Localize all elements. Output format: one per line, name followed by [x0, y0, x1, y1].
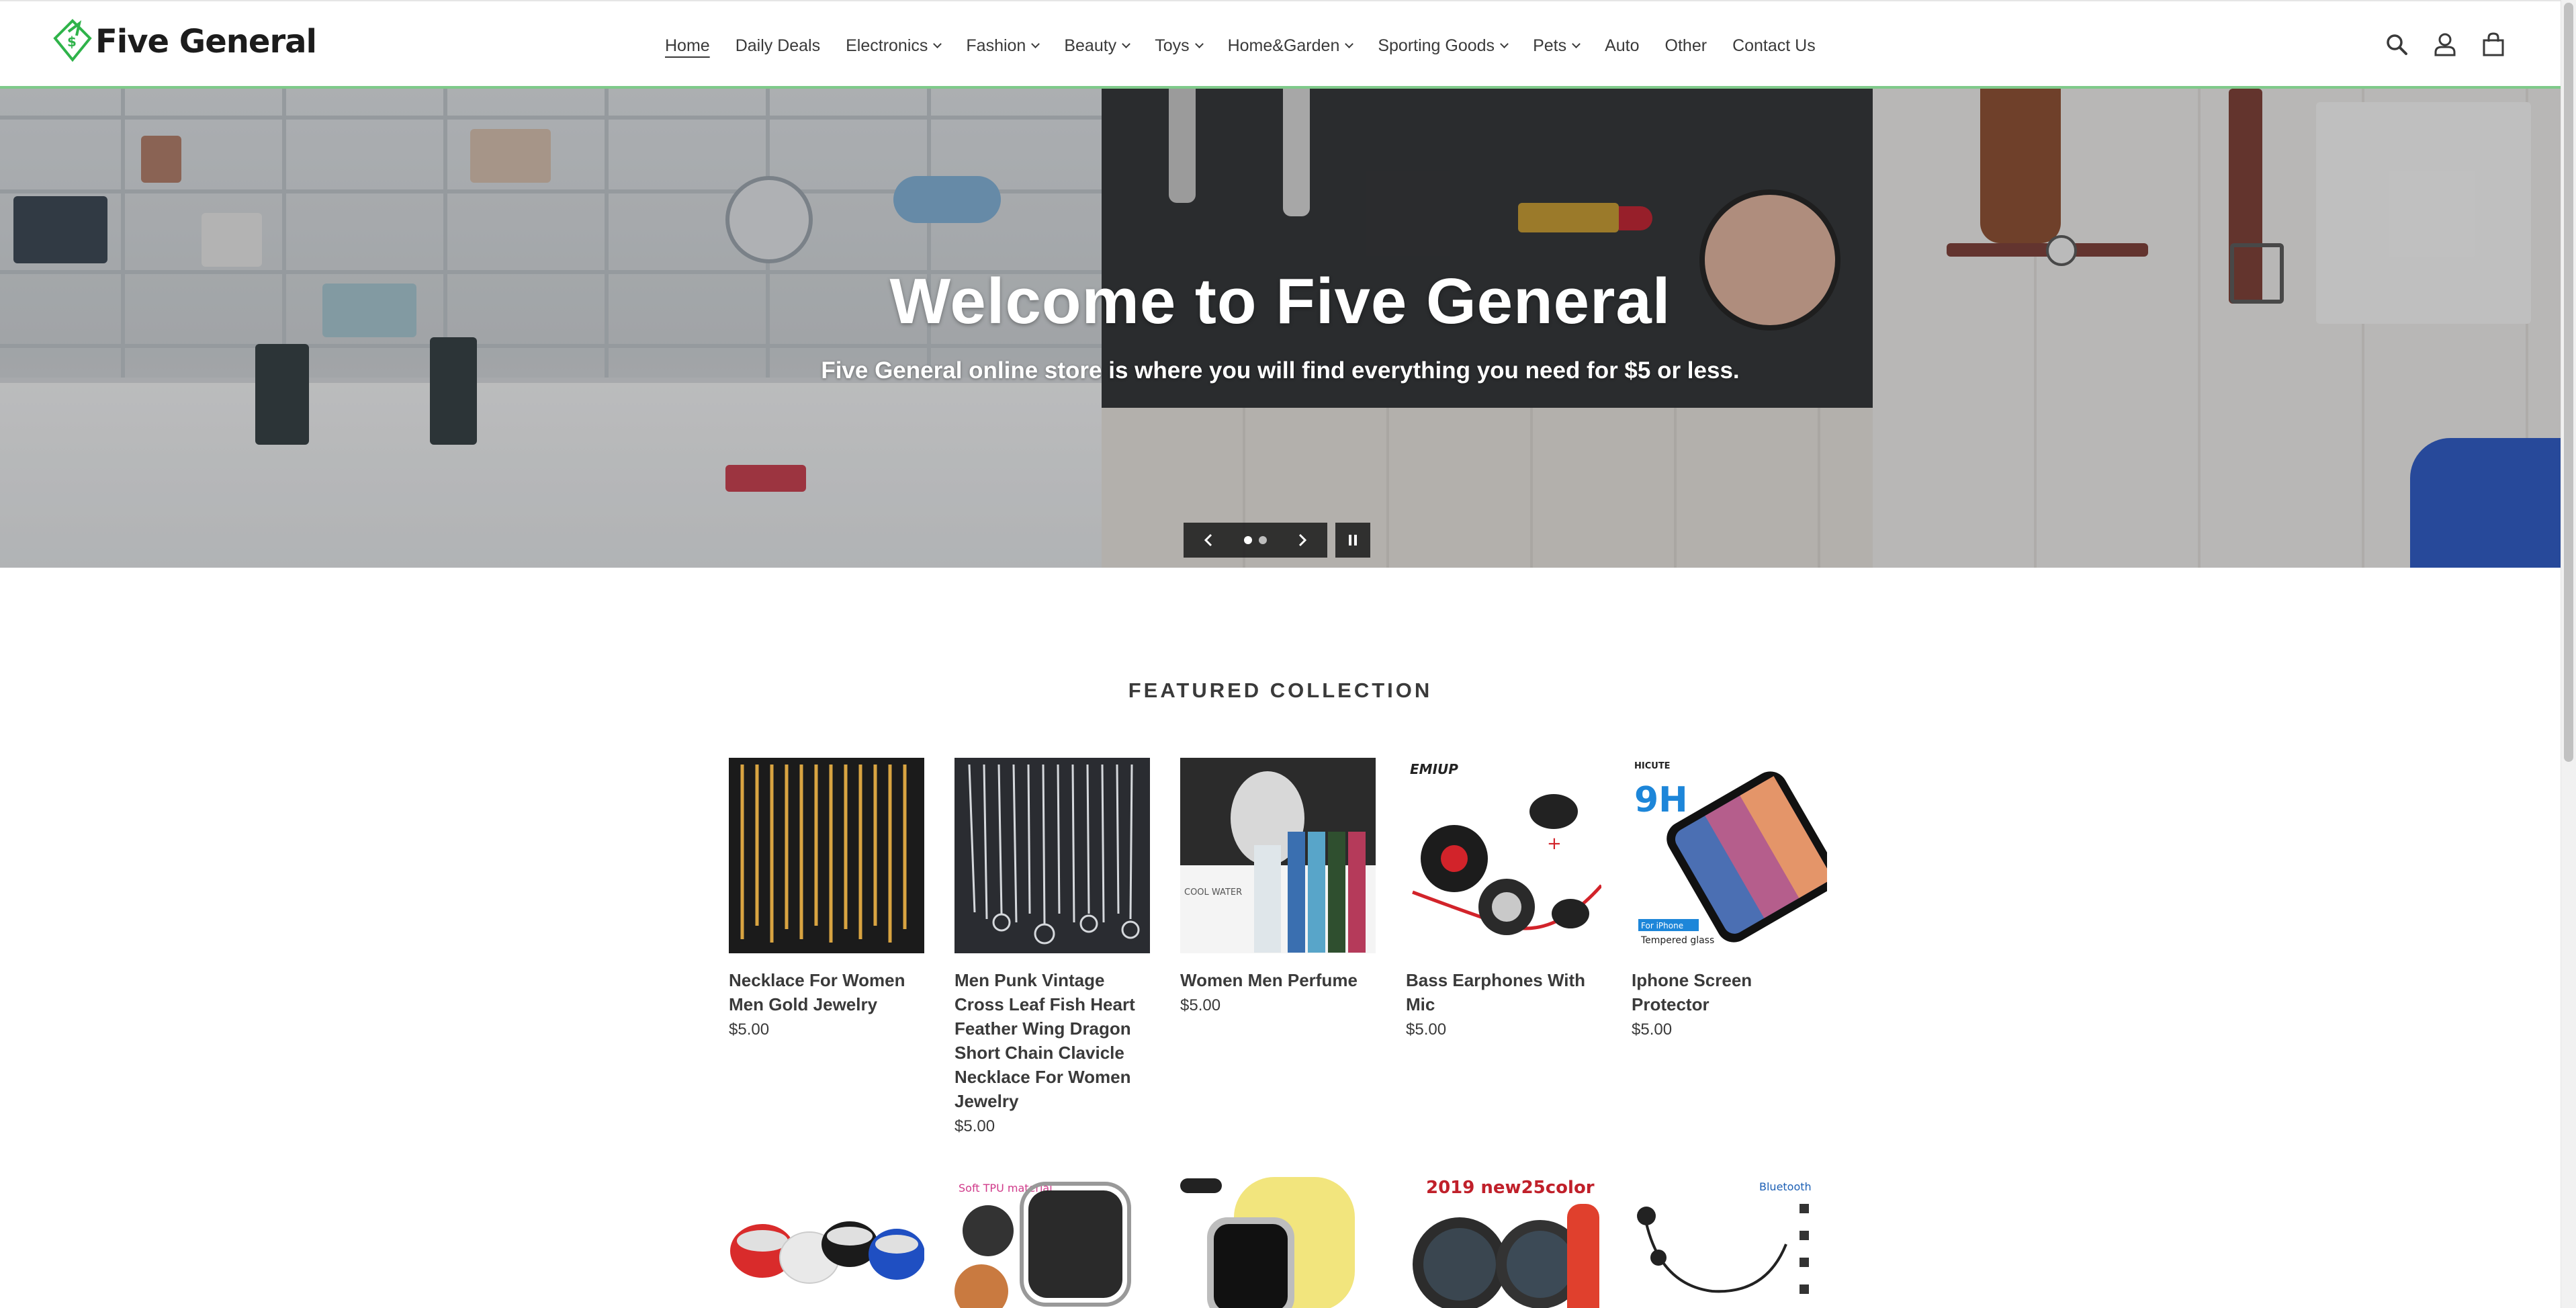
- product-title[interactable]: Women Men Perfume: [1180, 968, 1376, 992]
- svg-text:+: +: [1547, 834, 1562, 854]
- screen-tag-2: Tempered glass: [1640, 935, 1714, 946]
- nav-item-fashion[interactable]: Fashion: [966, 36, 1040, 56]
- product-card[interactable]: EMIUP + Bass Earphones With Mic $5.00: [1406, 758, 1601, 1042]
- product-title[interactable]: Men Punk Vintage Cross Leaf Fish Heart F…: [954, 968, 1150, 1113]
- perfume-label: COOL WATER: [1184, 887, 1242, 898]
- product-card[interactable]: Bluetooth: [1632, 1177, 1827, 1308]
- hero-slideshow: Welcome to Five General Five General onl…: [0, 89, 2561, 568]
- nav-item-home[interactable]: Home: [665, 36, 710, 56]
- product-image-smartwatch[interactable]: [1180, 1177, 1376, 1308]
- screen-badge: 9H: [1634, 780, 1688, 820]
- nav-item-label: Auto: [1605, 36, 1640, 55]
- product-image-bluetooth-earphones[interactable]: Bluetooth: [1632, 1177, 1827, 1308]
- product-card[interactable]: Necklace For Women Men Gold Jewelry $5.0…: [729, 758, 924, 1042]
- svg-text:$: $: [67, 34, 77, 50]
- hero-subtitle: Five General online store is where you w…: [821, 357, 1740, 384]
- nav-item-home-garden[interactable]: Home&Garden: [1227, 36, 1354, 56]
- next-slide-button[interactable]: [1295, 533, 1310, 548]
- site-logo[interactable]: $ Five General: [52, 16, 317, 67]
- chevron-down-icon: [1500, 39, 1509, 48]
- nav-item-label: Daily Deals: [735, 36, 821, 55]
- nav-item-beauty[interactable]: Beauty: [1064, 36, 1131, 56]
- nav-item-label: Pets: [1533, 36, 1567, 55]
- nav-item-pets[interactable]: Pets: [1533, 36, 1581, 56]
- search-icon[interactable]: [2381, 28, 2413, 60]
- header-actions: [2364, 28, 2510, 60]
- nav-item-other[interactable]: Other: [1665, 36, 1707, 56]
- product-price: $5.00: [1632, 1020, 1673, 1039]
- chevron-right-icon: [1298, 533, 1307, 547]
- product-image-perfume[interactable]: COOL WATER: [1180, 758, 1376, 953]
- product-image-screen-protector[interactable]: HICUTE 9H For iPhone Tempered glass: [1632, 758, 1827, 953]
- product-image-punk-necklace[interactable]: [954, 758, 1150, 953]
- product-card[interactable]: [729, 1177, 924, 1308]
- nav-item-label: Toys: [1155, 36, 1190, 55]
- prev-slide-button[interactable]: [1201, 533, 1216, 548]
- product-image-gold-necklace[interactable]: [729, 758, 924, 953]
- nav-item-label: Home: [665, 36, 710, 55]
- chevron-down-icon: [1122, 39, 1131, 48]
- slideshow-controls: [1184, 523, 1327, 558]
- nav-item-toys[interactable]: Toys: [1155, 36, 1204, 56]
- product-price: $5.00: [1406, 1020, 1447, 1039]
- product-title[interactable]: Bass Earphones With Mic: [1406, 968, 1601, 1016]
- account-icon[interactable]: [2429, 28, 2461, 60]
- product-image-earphones[interactable]: EMIUP +: [1406, 758, 1601, 953]
- site-header: $ Five General Home Daily Deals Electronic…: [0, 0, 2561, 89]
- product-image-watch-case[interactable]: Soft TPU material: [954, 1177, 1150, 1308]
- bt-label: Bluetooth: [1759, 1180, 1812, 1193]
- nav-item-contact-us[interactable]: Contact Us: [1732, 36, 1816, 56]
- product-image-speakers[interactable]: [729, 1177, 924, 1308]
- nav-item-label: Contact Us: [1732, 36, 1816, 55]
- earphones-brand: EMIUP: [1410, 761, 1458, 777]
- scrollbar-thumb[interactable]: [2564, 3, 2573, 762]
- chevron-down-icon: [1031, 39, 1040, 48]
- nav-item-label: Other: [1664, 36, 1707, 55]
- product-price: $5.00: [1180, 996, 1221, 1014]
- chevron-down-icon: [1194, 39, 1204, 48]
- nav-item-label: Beauty: [1064, 36, 1117, 55]
- cart-icon[interactable]: [2477, 28, 2510, 60]
- product-card[interactable]: COOL WATER Women Men Perfume $5.00: [1180, 758, 1376, 1018]
- product-card[interactable]: HICUTE 9H For iPhone Tempered glass Ipho…: [1632, 758, 1827, 1042]
- product-card[interactable]: Men Punk Vintage Cross Leaf Fish Heart F…: [954, 758, 1150, 1139]
- product-title[interactable]: Necklace For Women Men Gold Jewelry: [729, 968, 924, 1016]
- nav-item-label: Fashion: [966, 36, 1026, 55]
- hero-title: Welcome to Five General: [889, 265, 1671, 337]
- nav-item-label: Home&Garden: [1227, 36, 1340, 55]
- product-card[interactable]: Soft TPU material: [954, 1177, 1150, 1308]
- logo-icon: $: [53, 19, 92, 62]
- nav-item-label: Sporting Goods: [1378, 36, 1495, 55]
- product-price: $5.00: [954, 1117, 995, 1135]
- slide-dot[interactable]: [1259, 536, 1267, 544]
- main-nav: Home Daily Deals Electronics Fashion Beauty T…: [665, 27, 1841, 64]
- nav-item-daily-deals[interactable]: Daily Deals: [736, 36, 820, 56]
- page-scrollbar[interactable]: [2561, 0, 2576, 1308]
- product-title[interactable]: Iphone Screen Protector: [1632, 968, 1827, 1016]
- product-image-watch-bands[interactable]: 2019 new25color: [1406, 1177, 1601, 1308]
- nav-item-auto[interactable]: Auto: [1605, 36, 1639, 56]
- chevron-left-icon: [1204, 533, 1212, 547]
- screen-brand: HICUTE: [1634, 761, 1671, 771]
- chevron-down-icon: [1345, 39, 1354, 48]
- chevron-down-icon: [933, 39, 942, 48]
- band-label: 2019 new25color: [1426, 1178, 1595, 1198]
- product-card[interactable]: 2019 new25color: [1406, 1177, 1601, 1308]
- nav-item-sporting-goods[interactable]: Sporting Goods: [1378, 36, 1509, 56]
- logo-text: Five General: [95, 23, 317, 60]
- slide-dot[interactable]: [1244, 536, 1252, 544]
- slide-dots: [1241, 536, 1270, 544]
- featured-collection-title: FEATURED COLLECTION: [1128, 679, 1433, 702]
- nav-item-label: Electronics: [846, 36, 928, 55]
- product-price: $5.00: [729, 1020, 770, 1039]
- nav-item-electronics[interactable]: Electronics: [846, 36, 942, 56]
- pause-icon: [1349, 535, 1357, 546]
- chevron-down-icon: [1572, 39, 1581, 48]
- product-card[interactable]: [1180, 1177, 1376, 1308]
- pause-slideshow-button[interactable]: [1335, 523, 1370, 558]
- screen-tag-1: For iPhone: [1641, 921, 1683, 930]
